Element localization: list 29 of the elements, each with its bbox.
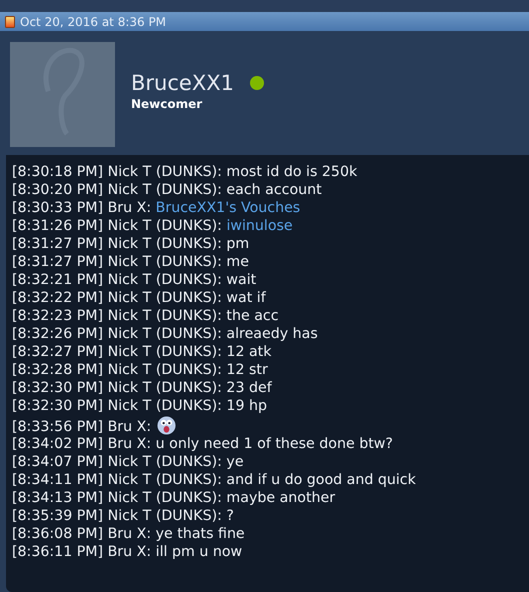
chat-message: [8:30:33 PM] Bru X:: [12, 199, 152, 217]
chat-message: [8:31:27 PM] Nick T (DUNKS): pm: [12, 235, 250, 253]
chat-message: [8:32:23 PM] Nick T (DUNKS): the acc: [12, 307, 279, 325]
chat-message: [8:34:02 PM] Bru X: u only need 1 of these done btw?: [12, 435, 393, 453]
chat-message: [8:32:22 PM] Nick T (DUNKS): wat if: [12, 289, 266, 307]
chat-message: [8:31:26 PM] Nick T (DUNKS):: [12, 217, 223, 235]
post-date: Oct 20, 2016 at 8:36 PM: [20, 14, 166, 28]
chat-message: [8:34:07 PM] Nick T (DUNKS): ye: [12, 453, 244, 471]
chat-message: [8:34:11 PM] Nick T (DUNKS): and if u do good and quick: [12, 471, 416, 489]
chat-message: [8:33:56 PM] Bru X:: [12, 419, 152, 435]
chat-message: [8:32:30 PM] Nick T (DUNKS): 19 hp: [12, 397, 267, 415]
shocked-emoji-icon: [156, 416, 176, 435]
username[interactable]: BruceXX1: [131, 70, 234, 94]
chat-message: [8:36:11 PM] Bru X: ill pm u now: [12, 543, 242, 561]
chat-link[interactable]: BruceXX1's Vouches: [156, 199, 300, 217]
chat-message: [8:36:08 PM] Bru X: ye thats fine: [12, 525, 245, 543]
chat-message: [8:34:13 PM] Nick T (DUNKS): maybe another: [12, 489, 336, 507]
chat-message: [8:32:26 PM] Nick T (DUNKS): alreaedy has: [12, 325, 318, 343]
chat-message: [8:35:39 PM] Nick T (DUNKS): ?: [12, 507, 234, 525]
chat-message: [8:30:18 PM] Nick T (DUNKS): most id do is 250k: [12, 163, 358, 181]
note-icon: [5, 16, 15, 28]
chat-link[interactable]: iwinulose: [226, 217, 293, 235]
chat-message: [8:32:30 PM] Nick T (DUNKS): 23 def: [12, 379, 272, 397]
chat-message: [8:32:27 PM] Nick T (DUNKS): 12 atk: [12, 343, 272, 361]
chat-message: [8:30:20 PM] Nick T (DUNKS): each account: [12, 181, 322, 199]
chat-message: [8:32:21 PM] Nick T (DUNKS): wait: [12, 271, 256, 289]
user-rank: Newcomer: [131, 96, 204, 110]
chat-message: [8:32:28 PM] Nick T (DUNKS): 12 str: [12, 361, 268, 379]
chat-message: [8:31:27 PM] Nick T (DUNKS): me: [12, 253, 249, 271]
